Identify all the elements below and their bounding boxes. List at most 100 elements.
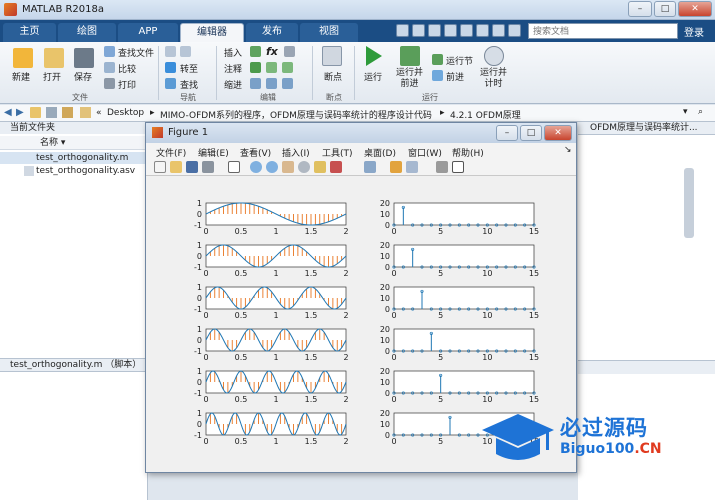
- wrap-comment-icon[interactable]: [282, 62, 293, 73]
- details-bar[interactable]: test_orthogonality.m （脚本）: [0, 358, 148, 372]
- link-plot-icon[interactable]: [364, 161, 376, 173]
- up-folder-icon[interactable]: [30, 107, 41, 118]
- file-item-asv[interactable]: test_orthogonality.asv: [0, 165, 148, 177]
- new-icon[interactable]: [13, 48, 33, 68]
- print-figure-icon[interactable]: [202, 161, 214, 173]
- search-path-icon[interactable]: ⌕: [698, 107, 703, 117]
- copy-quick-icon[interactable]: [428, 24, 441, 37]
- watermark: 必过源码 Biguo100.CN: [480, 410, 710, 466]
- run-advance-button[interactable]: 运行并 前进: [396, 68, 423, 90]
- insert-section-icon[interactable]: [250, 46, 261, 57]
- open-file-icon[interactable]: [170, 161, 182, 173]
- save-icon[interactable]: [74, 48, 94, 68]
- find-icon[interactable]: [165, 78, 176, 89]
- select-arrow-icon[interactable]: [228, 161, 240, 173]
- minimize-button[interactable]: –: [628, 1, 652, 17]
- new-button[interactable]: 新建: [12, 70, 30, 83]
- goto-button[interactable]: 转至: [180, 62, 198, 75]
- right-xtick-label: 0: [391, 269, 396, 278]
- find-files-button[interactable]: 查找文件: [118, 46, 154, 59]
- breakpoints-icon[interactable]: [322, 46, 342, 66]
- insert-button[interactable]: 插入: [224, 46, 242, 59]
- run-section-icon[interactable]: [432, 54, 443, 65]
- indent-button[interactable]: 缩进: [224, 78, 242, 91]
- browse-folder-icon[interactable]: [46, 107, 57, 118]
- help-icon[interactable]: [508, 24, 521, 37]
- run-advance-icon[interactable]: [400, 46, 420, 66]
- comment-percent-icon[interactable]: [250, 62, 261, 73]
- menu-dock-icon[interactable]: ↘: [564, 145, 572, 155]
- brush-icon[interactable]: [330, 161, 342, 173]
- tab-publish[interactable]: 发布: [246, 23, 298, 42]
- paste-quick-icon[interactable]: [444, 24, 457, 37]
- increase-indent-icon[interactable]: [266, 78, 277, 89]
- watermark-tld: .CN: [634, 441, 662, 457]
- data-cursor-icon[interactable]: [314, 161, 326, 173]
- undo-quick-icon[interactable]: [460, 24, 473, 37]
- save-button[interactable]: 保存: [74, 70, 92, 83]
- editor-tab-text[interactable]: OFDM原理与误码率统计...: [578, 122, 715, 135]
- back-nav-icon[interactable]: [165, 46, 176, 57]
- address-dropdown-icon[interactable]: ▾: [683, 107, 688, 117]
- tab-apps[interactable]: APP: [118, 23, 178, 42]
- print-button[interactable]: 打印: [118, 78, 136, 91]
- tab-view[interactable]: 视图: [300, 23, 358, 42]
- forward-nav-icon[interactable]: [180, 46, 191, 57]
- hide-plot-tools-icon[interactable]: [436, 161, 448, 173]
- run-time-icon[interactable]: [484, 46, 504, 66]
- editor-scrollbar[interactable]: [684, 168, 694, 238]
- fx-button[interactable]: fx: [266, 45, 278, 58]
- compare-icon[interactable]: [104, 62, 115, 73]
- print-icon[interactable]: [104, 78, 115, 89]
- zoom-in-icon[interactable]: [250, 161, 262, 173]
- forward-arrow-icon[interactable]: ▶: [16, 107, 24, 118]
- decrease-indent-icon[interactable]: [282, 78, 293, 89]
- file-item-m[interactable]: test_orthogonality.m: [0, 152, 148, 164]
- back-arrow-icon[interactable]: ◀: [4, 107, 12, 118]
- compare-button[interactable]: 比较: [118, 62, 136, 75]
- redo-quick-icon[interactable]: [476, 24, 489, 37]
- figure-maximize-button[interactable]: □: [520, 125, 542, 141]
- close-button[interactable]: ✕: [678, 1, 712, 17]
- search-docs-input[interactable]: [528, 23, 678, 39]
- tab-plots[interactable]: 绘图: [58, 23, 116, 42]
- save-quick-icon[interactable]: [396, 24, 409, 37]
- figure-minimize-button[interactable]: –: [496, 125, 518, 141]
- login-link[interactable]: 登录: [684, 24, 704, 39]
- rotate-3d-icon[interactable]: [298, 161, 310, 173]
- zoom-out-icon[interactable]: [266, 161, 278, 173]
- goto-icon[interactable]: [165, 62, 176, 73]
- smart-indent-icon[interactable]: [250, 78, 261, 89]
- run-button[interactable]: 运行: [364, 70, 382, 83]
- breadcrumb-overflow[interactable]: «: [96, 108, 102, 118]
- run-section-button[interactable]: 运行节: [446, 54, 473, 67]
- column-header-name[interactable]: 名称 ▾: [0, 136, 148, 150]
- advance-icon[interactable]: [432, 70, 443, 81]
- comment-button[interactable]: 注释: [224, 62, 242, 75]
- tab-home[interactable]: 主页: [3, 23, 56, 42]
- save-figure-icon[interactable]: [186, 161, 198, 173]
- advance-button[interactable]: 前进: [446, 70, 464, 83]
- breadcrumb-current[interactable]: 4.2.1 OFDM原理: [450, 108, 521, 121]
- run-icon[interactable]: [366, 46, 382, 66]
- open-button[interactable]: 打开: [43, 70, 61, 83]
- new-figure-icon[interactable]: [154, 161, 166, 173]
- find-files-icon[interactable]: [104, 46, 115, 57]
- breadcrumb-project[interactable]: MIMO-OFDM系列的程序，OFDM原理与误码率统计的程序设计代码: [160, 108, 432, 121]
- find-button[interactable]: 查找: [180, 78, 198, 91]
- function-dropdown-icon[interactable]: [284, 46, 295, 57]
- maximize-button[interactable]: □: [654, 1, 676, 17]
- open-folder-icon[interactable]: [44, 48, 64, 68]
- tab-editor[interactable]: 编辑器: [180, 23, 244, 42]
- switch-windows-icon[interactable]: [492, 24, 505, 37]
- figure-close-button[interactable]: ✕: [544, 125, 572, 141]
- run-time-button[interactable]: 运行并 计时: [480, 68, 507, 90]
- uncomment-icon[interactable]: [266, 62, 277, 73]
- breakpoints-button[interactable]: 断点: [324, 70, 342, 83]
- colorbar-icon[interactable]: [390, 161, 402, 173]
- pan-hand-icon[interactable]: [282, 161, 294, 173]
- cut-quick-icon[interactable]: [412, 24, 425, 37]
- breadcrumb-desktop[interactable]: Desktop: [107, 108, 144, 118]
- legend-icon[interactable]: [406, 161, 418, 173]
- show-plot-tools-icon[interactable]: [452, 161, 464, 173]
